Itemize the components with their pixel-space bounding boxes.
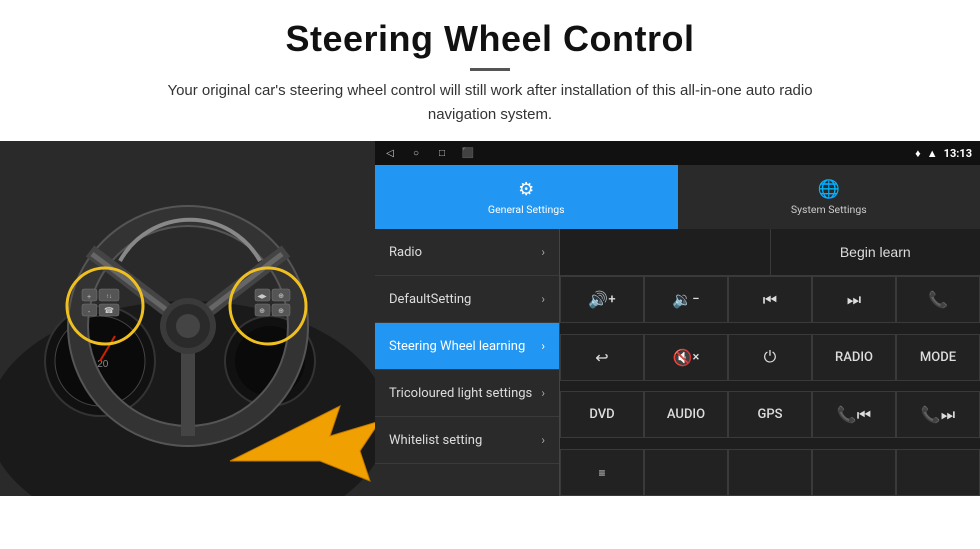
chevron-icon: › (541, 339, 545, 353)
tab-bar: ⚙ General Settings 🌐 System Settings (375, 165, 980, 229)
phone-next-icon: 📞⏭ (921, 405, 955, 425)
power-button[interactable]: ⏻ (728, 334, 812, 381)
mute-icon: 🔇 (673, 348, 693, 367)
page-subtitle: Your original car's steering wheel contr… (140, 79, 840, 127)
prev-track-icon: ⏮ (763, 290, 777, 310)
phone-prev-icon: 📞⏮ (837, 405, 871, 425)
gps-button[interactable]: GPS (728, 391, 812, 438)
tab-general-label: General Settings (488, 203, 565, 216)
chevron-icon: › (541, 292, 545, 306)
control-row-3: DVD AUDIO GPS 📞⏮ 📞⏭ (560, 391, 980, 449)
status-indicators: ♦ ▲ 13:13 (915, 147, 972, 160)
tab-system-label: System Settings (791, 203, 867, 216)
radio-label: RADIO (835, 350, 873, 365)
vol-up-button[interactable]: 🔊+ (560, 276, 644, 323)
begin-learn-button[interactable]: Begin learn (771, 229, 980, 275)
tab-system-settings[interactable]: 🌐 System Settings (678, 165, 980, 229)
prev-track-button[interactable]: ⏮ (728, 276, 812, 323)
mode-button[interactable]: MODE (896, 334, 980, 381)
dvd-button[interactable]: DVD (560, 391, 644, 438)
phone-icon: 📞 (928, 290, 948, 309)
tab-general-settings[interactable]: ⚙ General Settings (375, 165, 678, 229)
system-settings-icon: 🌐 (818, 179, 840, 200)
settings-content: Radio › DefaultSetting › Steering Wheel … (375, 229, 980, 496)
empty-btn-2 (644, 449, 728, 496)
menu-whitelist-label: Whitelist setting (389, 433, 482, 448)
menu-item-steering[interactable]: Steering Wheel learning › (375, 323, 559, 370)
menu-default-label: DefaultSetting (389, 292, 471, 307)
general-settings-icon: ⚙ (518, 179, 534, 200)
menu-item-whitelist[interactable]: Whitelist setting › (375, 417, 559, 464)
phone-button[interactable]: 📞 (896, 276, 980, 323)
phone-prev-button[interactable]: 📞⏮ (812, 391, 896, 438)
empty-btn-3 (728, 449, 812, 496)
right-panel: Begin learn 🔊+ 🔉− ⏮ ⏭ (560, 229, 980, 496)
next-track-button[interactable]: ⏭ (812, 276, 896, 323)
svg-text:⊕: ⊕ (278, 293, 284, 300)
vol-down-minus: − (692, 292, 699, 307)
phone-next-button[interactable]: 📞⏭ (896, 391, 980, 438)
car-image: 120 (0, 141, 375, 496)
left-menu: Radio › DefaultSetting › Steering Wheel … (375, 229, 560, 496)
next-track-icon: ⏭ (847, 290, 861, 310)
hang-up-button[interactable]: ↩ (560, 334, 644, 381)
list-button[interactable]: ≡ (560, 449, 644, 496)
mute-button[interactable]: 🔇 × (644, 334, 728, 381)
mode-label: MODE (920, 350, 956, 365)
extra-row: ≡ (560, 449, 980, 496)
wifi-icon: ▲ (927, 147, 938, 160)
screenshot-nav-icon[interactable]: ⬛ (461, 146, 475, 160)
svg-text:⊕: ⊕ (259, 308, 265, 315)
control-row-2: ↩ 🔇 × ⏻ RADIO MODE (560, 334, 980, 392)
menu-item-radio[interactable]: Radio › (375, 229, 559, 276)
svg-text:⊕: ⊕ (278, 308, 284, 315)
power-icon: ⏻ (764, 347, 777, 367)
page-header: Steering Wheel Control Your original car… (0, 0, 980, 139)
chevron-icon: › (541, 433, 545, 447)
title-divider (470, 68, 510, 71)
menu-tricoloured-label: Tricoloured light settings (389, 386, 532, 401)
empty-btn-4 (812, 449, 896, 496)
control-row-1: 🔊+ 🔉− ⏮ ⏭ 📞 (560, 276, 980, 334)
menu-steering-label: Steering Wheel learning (389, 339, 525, 354)
empty-input-box (560, 229, 771, 275)
nav-icons: ◁ ○ □ ⬛ (383, 146, 475, 160)
gps-label: GPS (757, 407, 782, 422)
vol-down-icon: 🔉 (672, 290, 692, 309)
time-display: 13:13 (944, 147, 972, 160)
svg-text:↑↓: ↑↓ (106, 294, 112, 300)
main-content: 120 (0, 141, 980, 496)
svg-text:+: + (87, 294, 91, 301)
menu-radio-label: Radio (389, 245, 422, 260)
chevron-icon: › (541, 386, 545, 400)
list-icon: ≡ (598, 466, 605, 480)
menu-item-default[interactable]: DefaultSetting › (375, 276, 559, 323)
home-nav-icon[interactable]: ○ (409, 146, 423, 160)
audio-label: AUDIO (667, 407, 705, 422)
empty-btn-5 (896, 449, 980, 496)
vol-down-button[interactable]: 🔉− (644, 276, 728, 323)
status-bar: ◁ ○ □ ⬛ ♦ ▲ 13:13 (375, 141, 980, 165)
audio-button[interactable]: AUDIO (644, 391, 728, 438)
radio-button[interactable]: RADIO (812, 334, 896, 381)
chevron-icon: › (541, 245, 545, 259)
location-icon: ♦ (915, 147, 921, 160)
svg-text:◀▶: ◀▶ (257, 294, 267, 300)
svg-text:☎: ☎ (104, 306, 114, 315)
recents-nav-icon[interactable]: □ (435, 146, 449, 160)
mute-x: × (693, 350, 700, 365)
vol-up-icon: 🔊 (588, 290, 608, 309)
top-row: Begin learn (560, 229, 980, 276)
android-ui: ◁ ○ □ ⬛ ♦ ▲ 13:13 ⚙ General Settings 🌐 S… (375, 141, 980, 496)
page-title: Steering Wheel Control (60, 18, 920, 60)
vol-up-plus: + (608, 292, 615, 307)
menu-item-tricoloured[interactable]: Tricoloured light settings › (375, 370, 559, 417)
hang-up-icon: ↩ (595, 348, 608, 367)
dvd-label: DVD (589, 407, 614, 422)
back-nav-icon[interactable]: ◁ (383, 146, 397, 160)
